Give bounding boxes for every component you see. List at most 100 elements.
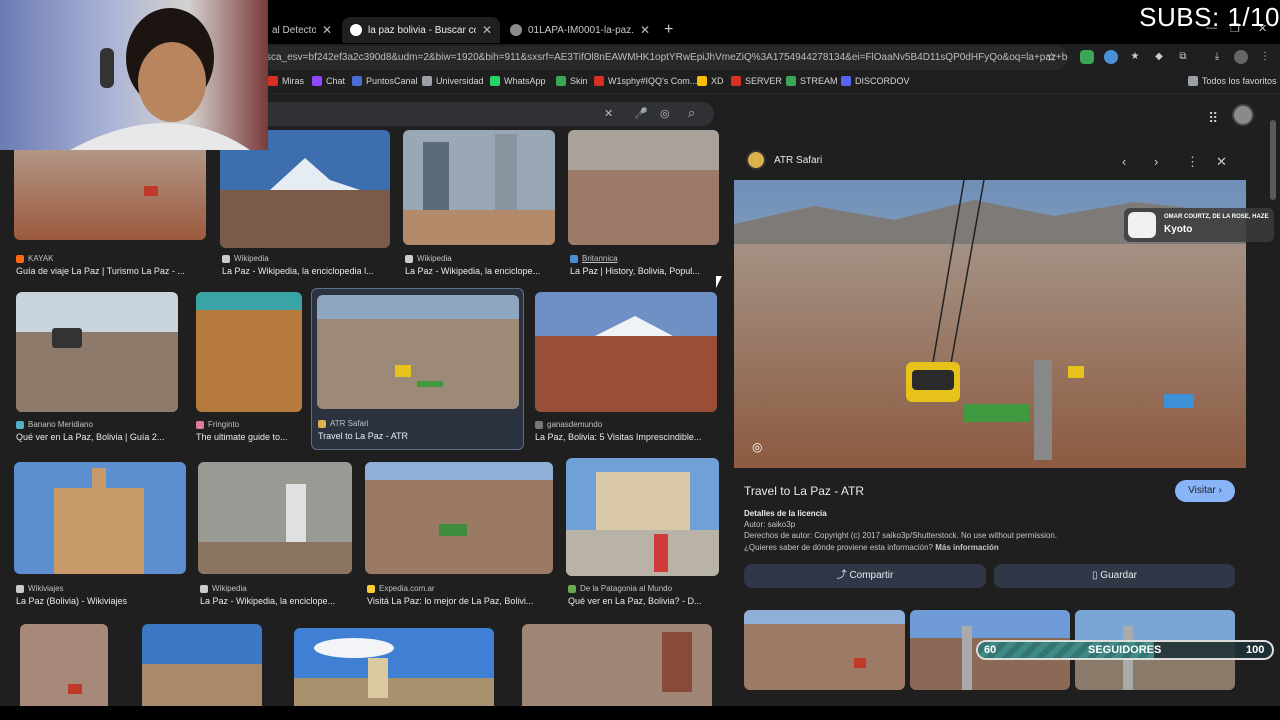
bookmark-favicon-icon bbox=[556, 76, 566, 86]
all-bookmarks-label: Todos los favoritos bbox=[1202, 76, 1277, 86]
tab-close-icon[interactable]: ✕ bbox=[640, 23, 650, 37]
bottom-bar bbox=[0, 706, 1280, 720]
result-card[interactable]: ganasdemundo La Paz, Bolivia: 5 Visitas … bbox=[535, 292, 717, 442]
result-source: ganasdemundo bbox=[535, 420, 602, 429]
license-author: Autor: saiko3p bbox=[744, 520, 796, 529]
atr-safari-icon bbox=[318, 419, 326, 428]
google-account-avatar[interactable] bbox=[1232, 104, 1254, 126]
bookmark-label: STREAM bbox=[800, 76, 838, 86]
save-button[interactable]: ▯ Guardar bbox=[994, 564, 1235, 588]
preview-header: ATR Safari bbox=[746, 150, 822, 170]
extension-star-icon[interactable]: ★ bbox=[1128, 50, 1142, 64]
bookmark-label: Chat bbox=[326, 76, 346, 86]
result-card[interactable]: Fringinto The ultimate guide to... bbox=[196, 292, 302, 442]
tab-title: la paz bolivia - Buscar con Goo bbox=[368, 24, 476, 36]
extension-diamond-icon[interactable]: ◆ bbox=[1152, 50, 1166, 64]
source-name: Banano Meridiano bbox=[28, 420, 93, 429]
result-source: Wikipedia bbox=[200, 584, 247, 593]
more-info-link[interactable]: Más información bbox=[935, 543, 999, 552]
webcam-overlay bbox=[0, 0, 268, 150]
bookmark-item[interactable]: PuntosCanal bbox=[352, 76, 418, 86]
ganasdemundo-icon bbox=[535, 420, 543, 429]
bookmark-item[interactable]: W1sphy#IQQ's Com... bbox=[594, 76, 697, 86]
mic-icon[interactable]: 🎤 bbox=[634, 107, 648, 120]
bookmark-item[interactable]: Chat bbox=[312, 76, 345, 86]
result-caption: Visitá La Paz: lo mejor de La Paz, Boliv… bbox=[367, 596, 534, 606]
prev-icon[interactable]: ‹ bbox=[1122, 154, 1126, 169]
bookmark-item[interactable]: SERVER bbox=[731, 76, 782, 86]
visit-label: Visitar bbox=[1188, 485, 1216, 496]
lens-icon[interactable]: ◎ bbox=[660, 107, 670, 120]
follower-target: 100 bbox=[1246, 644, 1265, 656]
bookmark-item[interactable]: Universidad bbox=[422, 76, 484, 86]
bookmark-item[interactable]: Skin bbox=[556, 76, 588, 86]
tab-close-icon[interactable]: ✕ bbox=[482, 23, 492, 37]
share-icon: ⤴ bbox=[836, 570, 847, 581]
close-preview-icon[interactable]: ✕ bbox=[1216, 154, 1227, 170]
bookmark-item[interactable]: DISCORDOV bbox=[841, 76, 910, 86]
tab-search[interactable]: la paz bolivia - Buscar con Goo ✕ bbox=[342, 17, 500, 43]
tab-detector[interactable]: al Detector d ✕ bbox=[264, 17, 340, 43]
new-tab-button[interactable]: + bbox=[664, 21, 673, 39]
bookmark-favicon-icon bbox=[352, 76, 362, 86]
visit-button[interactable]: Visitar › bbox=[1175, 480, 1235, 502]
apps-grid-icon[interactable]: ⠿ bbox=[1208, 110, 1218, 127]
mouse-cursor bbox=[716, 276, 728, 288]
download-icon[interactable]: ⤓ bbox=[1210, 50, 1224, 64]
clear-icon[interactable]: ✕ bbox=[604, 107, 613, 120]
result-caption: La Paz - Wikipedia, la enciclope... bbox=[405, 266, 541, 276]
search-input[interactable]: ✕ 🎤 ◎ ⌕ bbox=[250, 102, 714, 126]
result-card[interactable]: Wikipedia La Paz - Wikipedia, la enciclo… bbox=[403, 130, 555, 280]
image-results-grid: KAYAK Guía de viaje La Paz | Turismo La … bbox=[0, 130, 728, 720]
webcam-person bbox=[70, 8, 250, 150]
page-scrollbar[interactable] bbox=[1270, 120, 1276, 200]
result-caption: La Paz - Wikipedia, la enciclopedia l... bbox=[222, 266, 374, 276]
result-source: Britannica bbox=[570, 254, 618, 263]
related-image[interactable] bbox=[744, 610, 905, 690]
extension-shield-icon[interactable] bbox=[1080, 50, 1094, 64]
browser-menu-icon[interactable]: ⋮ bbox=[1258, 50, 1272, 64]
source-name: KAYAK bbox=[28, 254, 54, 263]
result-source: Fringinto bbox=[196, 420, 239, 429]
fringinto-icon bbox=[196, 420, 204, 429]
search-icon[interactable]: ⌕ bbox=[688, 105, 695, 121]
bookmark-label: PuntosCanal bbox=[366, 76, 418, 86]
profile-avatar[interactable] bbox=[1234, 50, 1248, 64]
result-card[interactable]: KAYAK Guía de viaje La Paz | Turismo La … bbox=[14, 130, 206, 280]
license-heading: Detalles de la licencia bbox=[744, 509, 827, 518]
site-logo-icon bbox=[746, 150, 766, 170]
bookmark-item[interactable]: Miras bbox=[268, 76, 304, 86]
bookmark-item[interactable]: STREAM bbox=[786, 76, 838, 86]
result-card[interactable]: De la Patagonia al Mundo Qué ver en La P… bbox=[566, 458, 719, 610]
result-card[interactable]: Wikipedia La Paz - Wikipedia, la enciclo… bbox=[220, 130, 390, 280]
subs-counter: SUBS: 1/10 bbox=[1139, 2, 1280, 32]
now-playing-widget: OMAR COURTZ, DE LA ROSE, HAZE Kyoto bbox=[1124, 208, 1274, 242]
next-icon[interactable]: › bbox=[1154, 154, 1158, 169]
bookmark-favicon-icon bbox=[786, 76, 796, 86]
result-card-selected[interactable]: ATR Safari Travel to La Paz - ATR bbox=[311, 288, 524, 450]
url-field[interactable]: sca_esv=bf242ef3a2c390d8&udm=2&biw=1920&… bbox=[260, 46, 1068, 70]
origin-question: ¿Quieres saber de dónde proviene esta in… bbox=[744, 543, 933, 552]
extensions-puzzle-icon[interactable]: ⧉ bbox=[1176, 50, 1190, 64]
result-image bbox=[365, 462, 553, 574]
result-card[interactable]: Britannica La Paz | History, Bolivia, Po… bbox=[568, 130, 719, 280]
tab-image[interactable]: 01LAPA-IM0001-la-paz.jpg (192 ✕ bbox=[502, 17, 658, 43]
result-card[interactable]: Wikipedia La Paz - Wikipedia, la enciclo… bbox=[198, 462, 352, 612]
result-card[interactable]: Banano Meridiano Qué ver en La Paz, Boli… bbox=[16, 292, 178, 442]
britannica-icon bbox=[570, 254, 578, 263]
bookmark-item[interactable]: WhatsApp bbox=[490, 76, 546, 86]
share-button[interactable]: ⤴ Compartir bbox=[744, 564, 986, 588]
bookmark-label: DISCORDOV bbox=[855, 76, 910, 86]
preview-site-name: ATR Safari bbox=[774, 154, 823, 166]
bookmark-label: Universidad bbox=[436, 76, 484, 86]
more-icon[interactable]: ⋮ bbox=[1186, 154, 1199, 170]
extension-globe-icon[interactable] bbox=[1104, 50, 1118, 64]
result-card[interactable]: Wikiviajes La Paz (Bolivia) - Wikiviajes bbox=[14, 462, 186, 612]
lens-search-icon[interactable]: ◎ bbox=[752, 440, 762, 454]
all-bookmarks[interactable]: Todos los favoritos bbox=[1188, 76, 1277, 86]
result-card[interactable]: Expedia.com.ar Visitá La Paz: lo mejor d… bbox=[365, 462, 553, 612]
bookmark-item[interactable]: XD bbox=[697, 76, 724, 86]
tab-close-icon[interactable]: ✕ bbox=[322, 23, 332, 37]
result-source: Banano Meridiano bbox=[16, 420, 93, 429]
source-name: ganasdemundo bbox=[547, 420, 603, 429]
